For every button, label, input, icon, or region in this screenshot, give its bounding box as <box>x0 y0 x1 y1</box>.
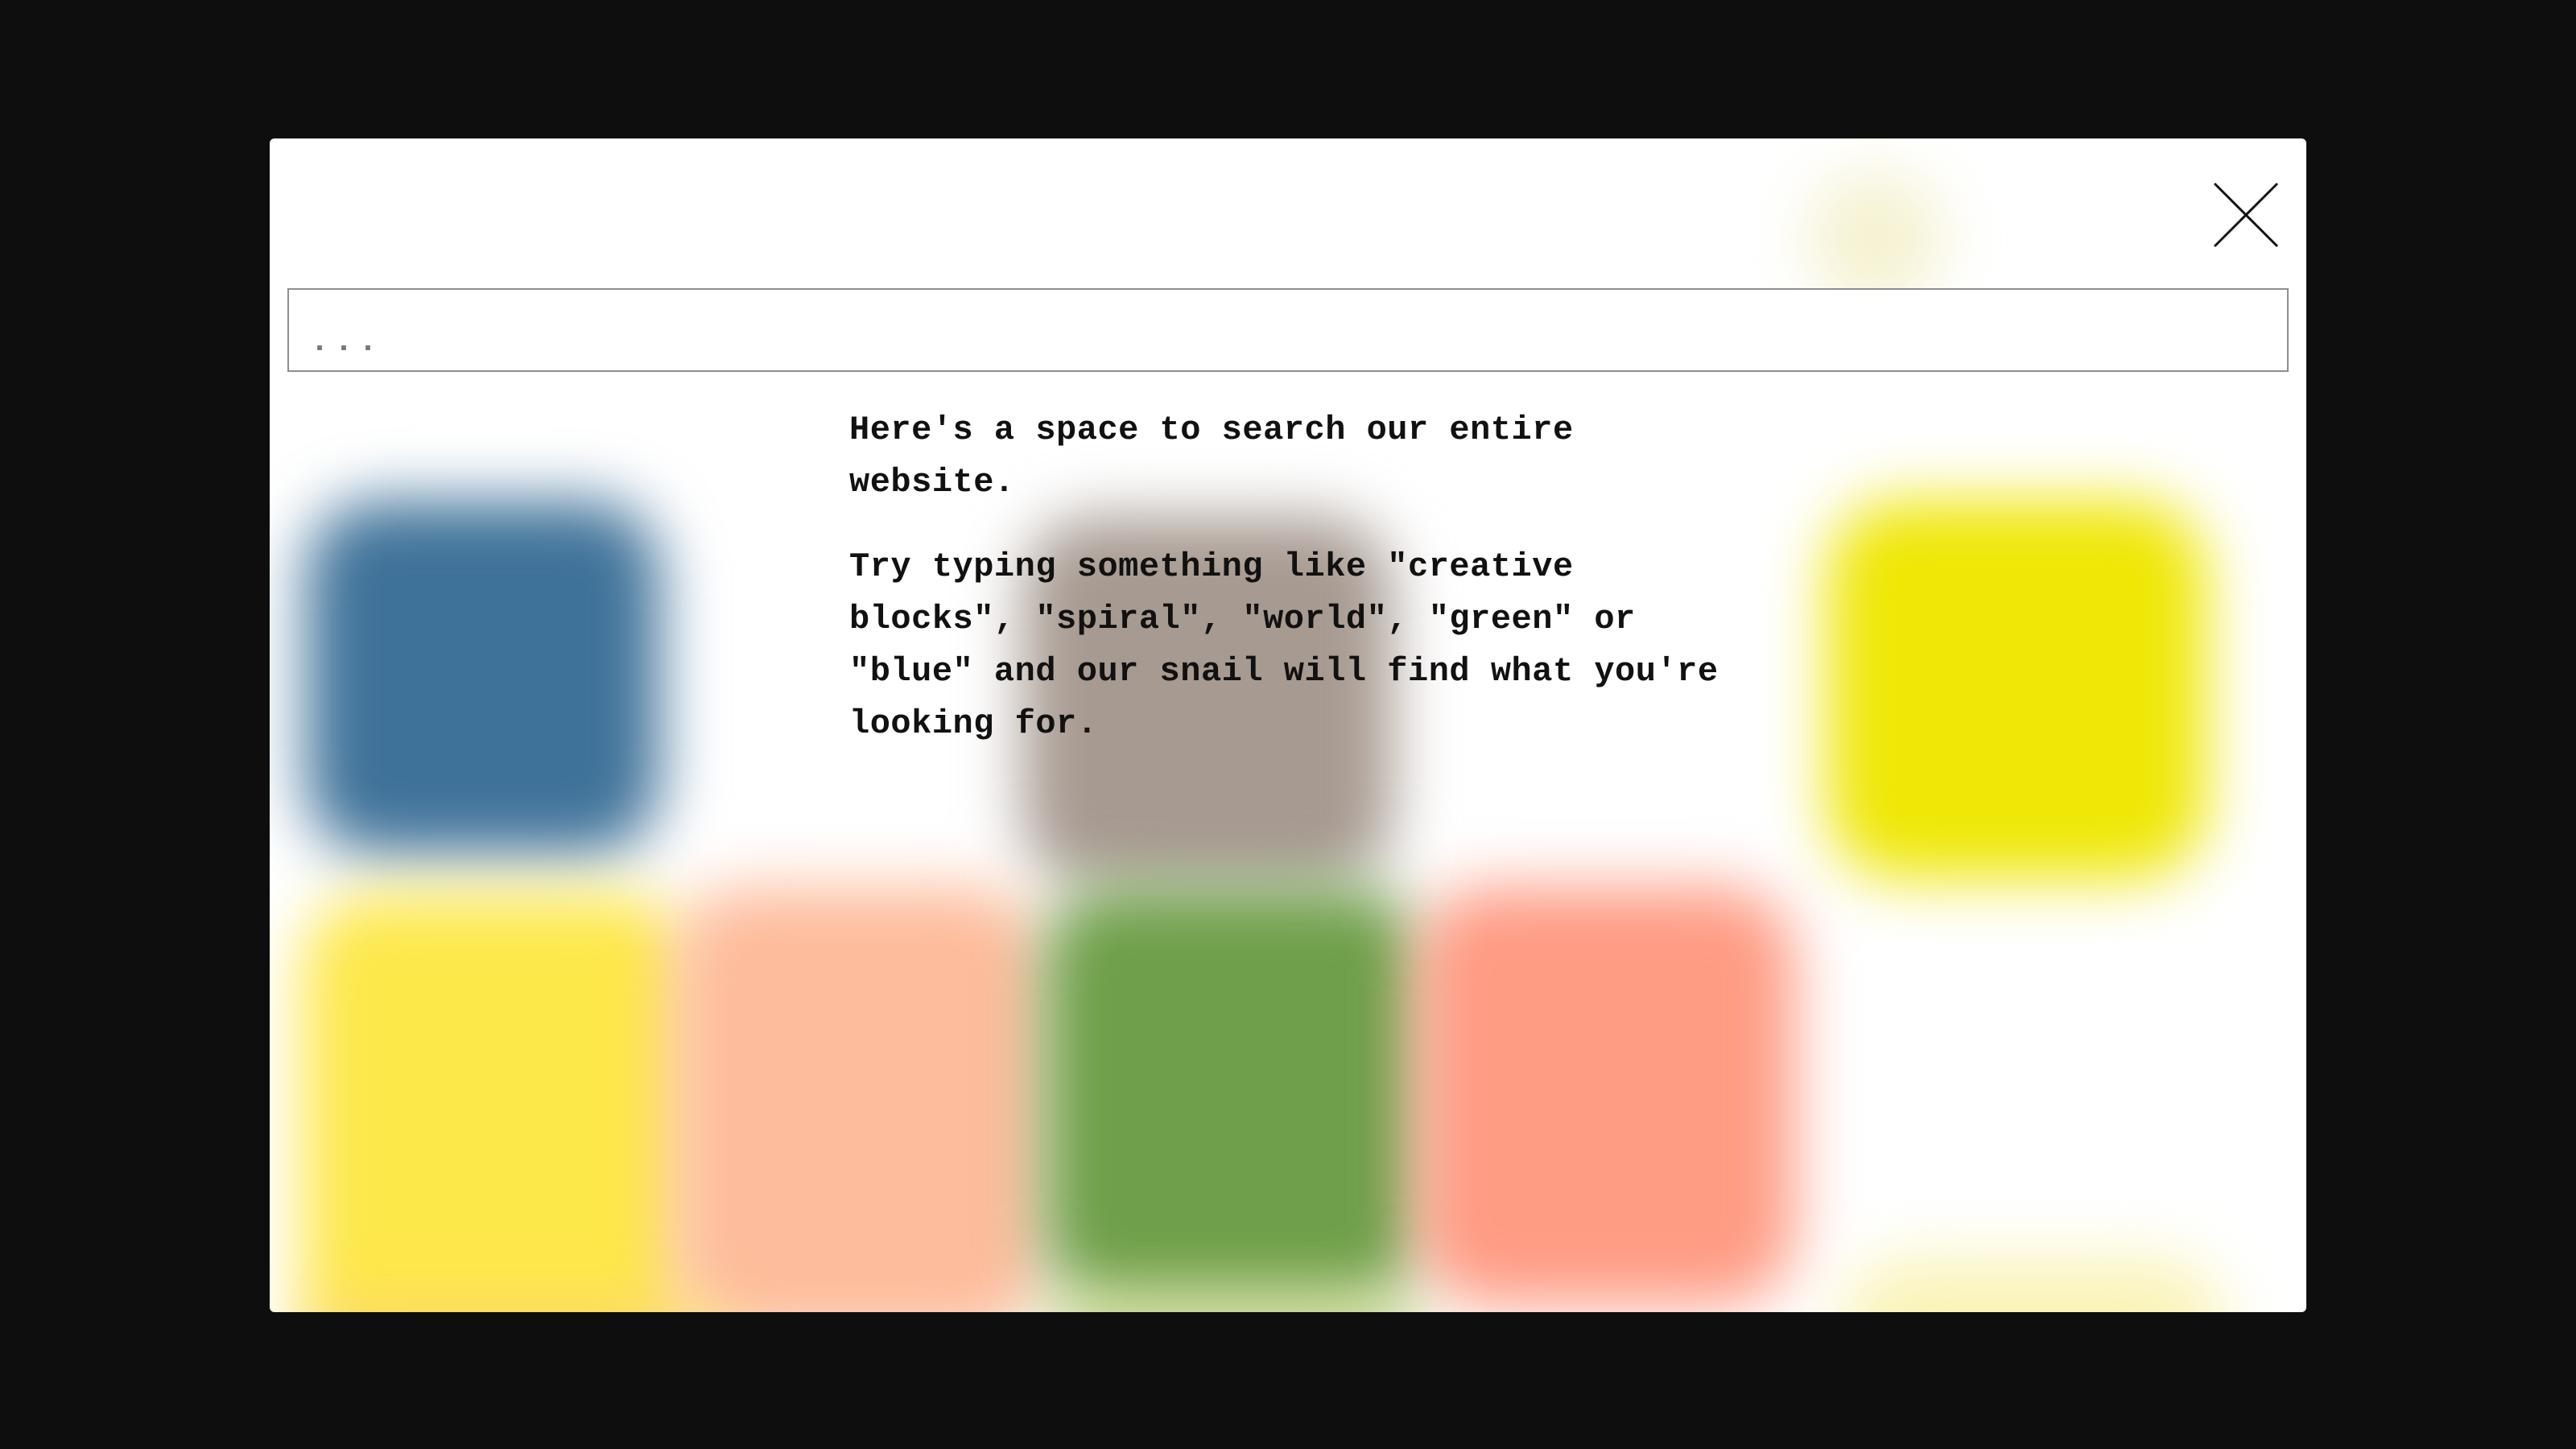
blurred-thumbnail-olive <box>1042 1290 1421 1312</box>
blurred-thumbnail-peach <box>672 887 1042 1312</box>
search-input[interactable] <box>289 290 2287 370</box>
help-intro: Here's a space to search our entire webs… <box>849 411 1574 502</box>
close-button[interactable] <box>2211 180 2281 250</box>
search-help-text: Here's a space to search our entire webs… <box>849 404 1751 782</box>
search-modal: Here's a space to search our entire webs… <box>270 138 2306 1312</box>
blurred-thumbnail-green <box>1042 887 1421 1306</box>
help-examples: Try typing something like "creative bloc… <box>849 547 1719 743</box>
blurred-thumbnail-smudge <box>1807 171 1944 308</box>
blurred-thumbnail-orange <box>294 1306 745 1312</box>
blurred-thumbnail-light-yellow <box>302 895 688 1312</box>
close-icon <box>2213 182 2279 248</box>
blurred-thumbnail-blue <box>306 501 660 855</box>
search-field[interactable] <box>287 288 2289 372</box>
blurred-thumbnail-coral <box>1417 887 1795 1306</box>
blurred-thumbnail-faint <box>1839 1257 2226 1312</box>
blurred-thumbnail-yellow <box>1827 501 2206 879</box>
